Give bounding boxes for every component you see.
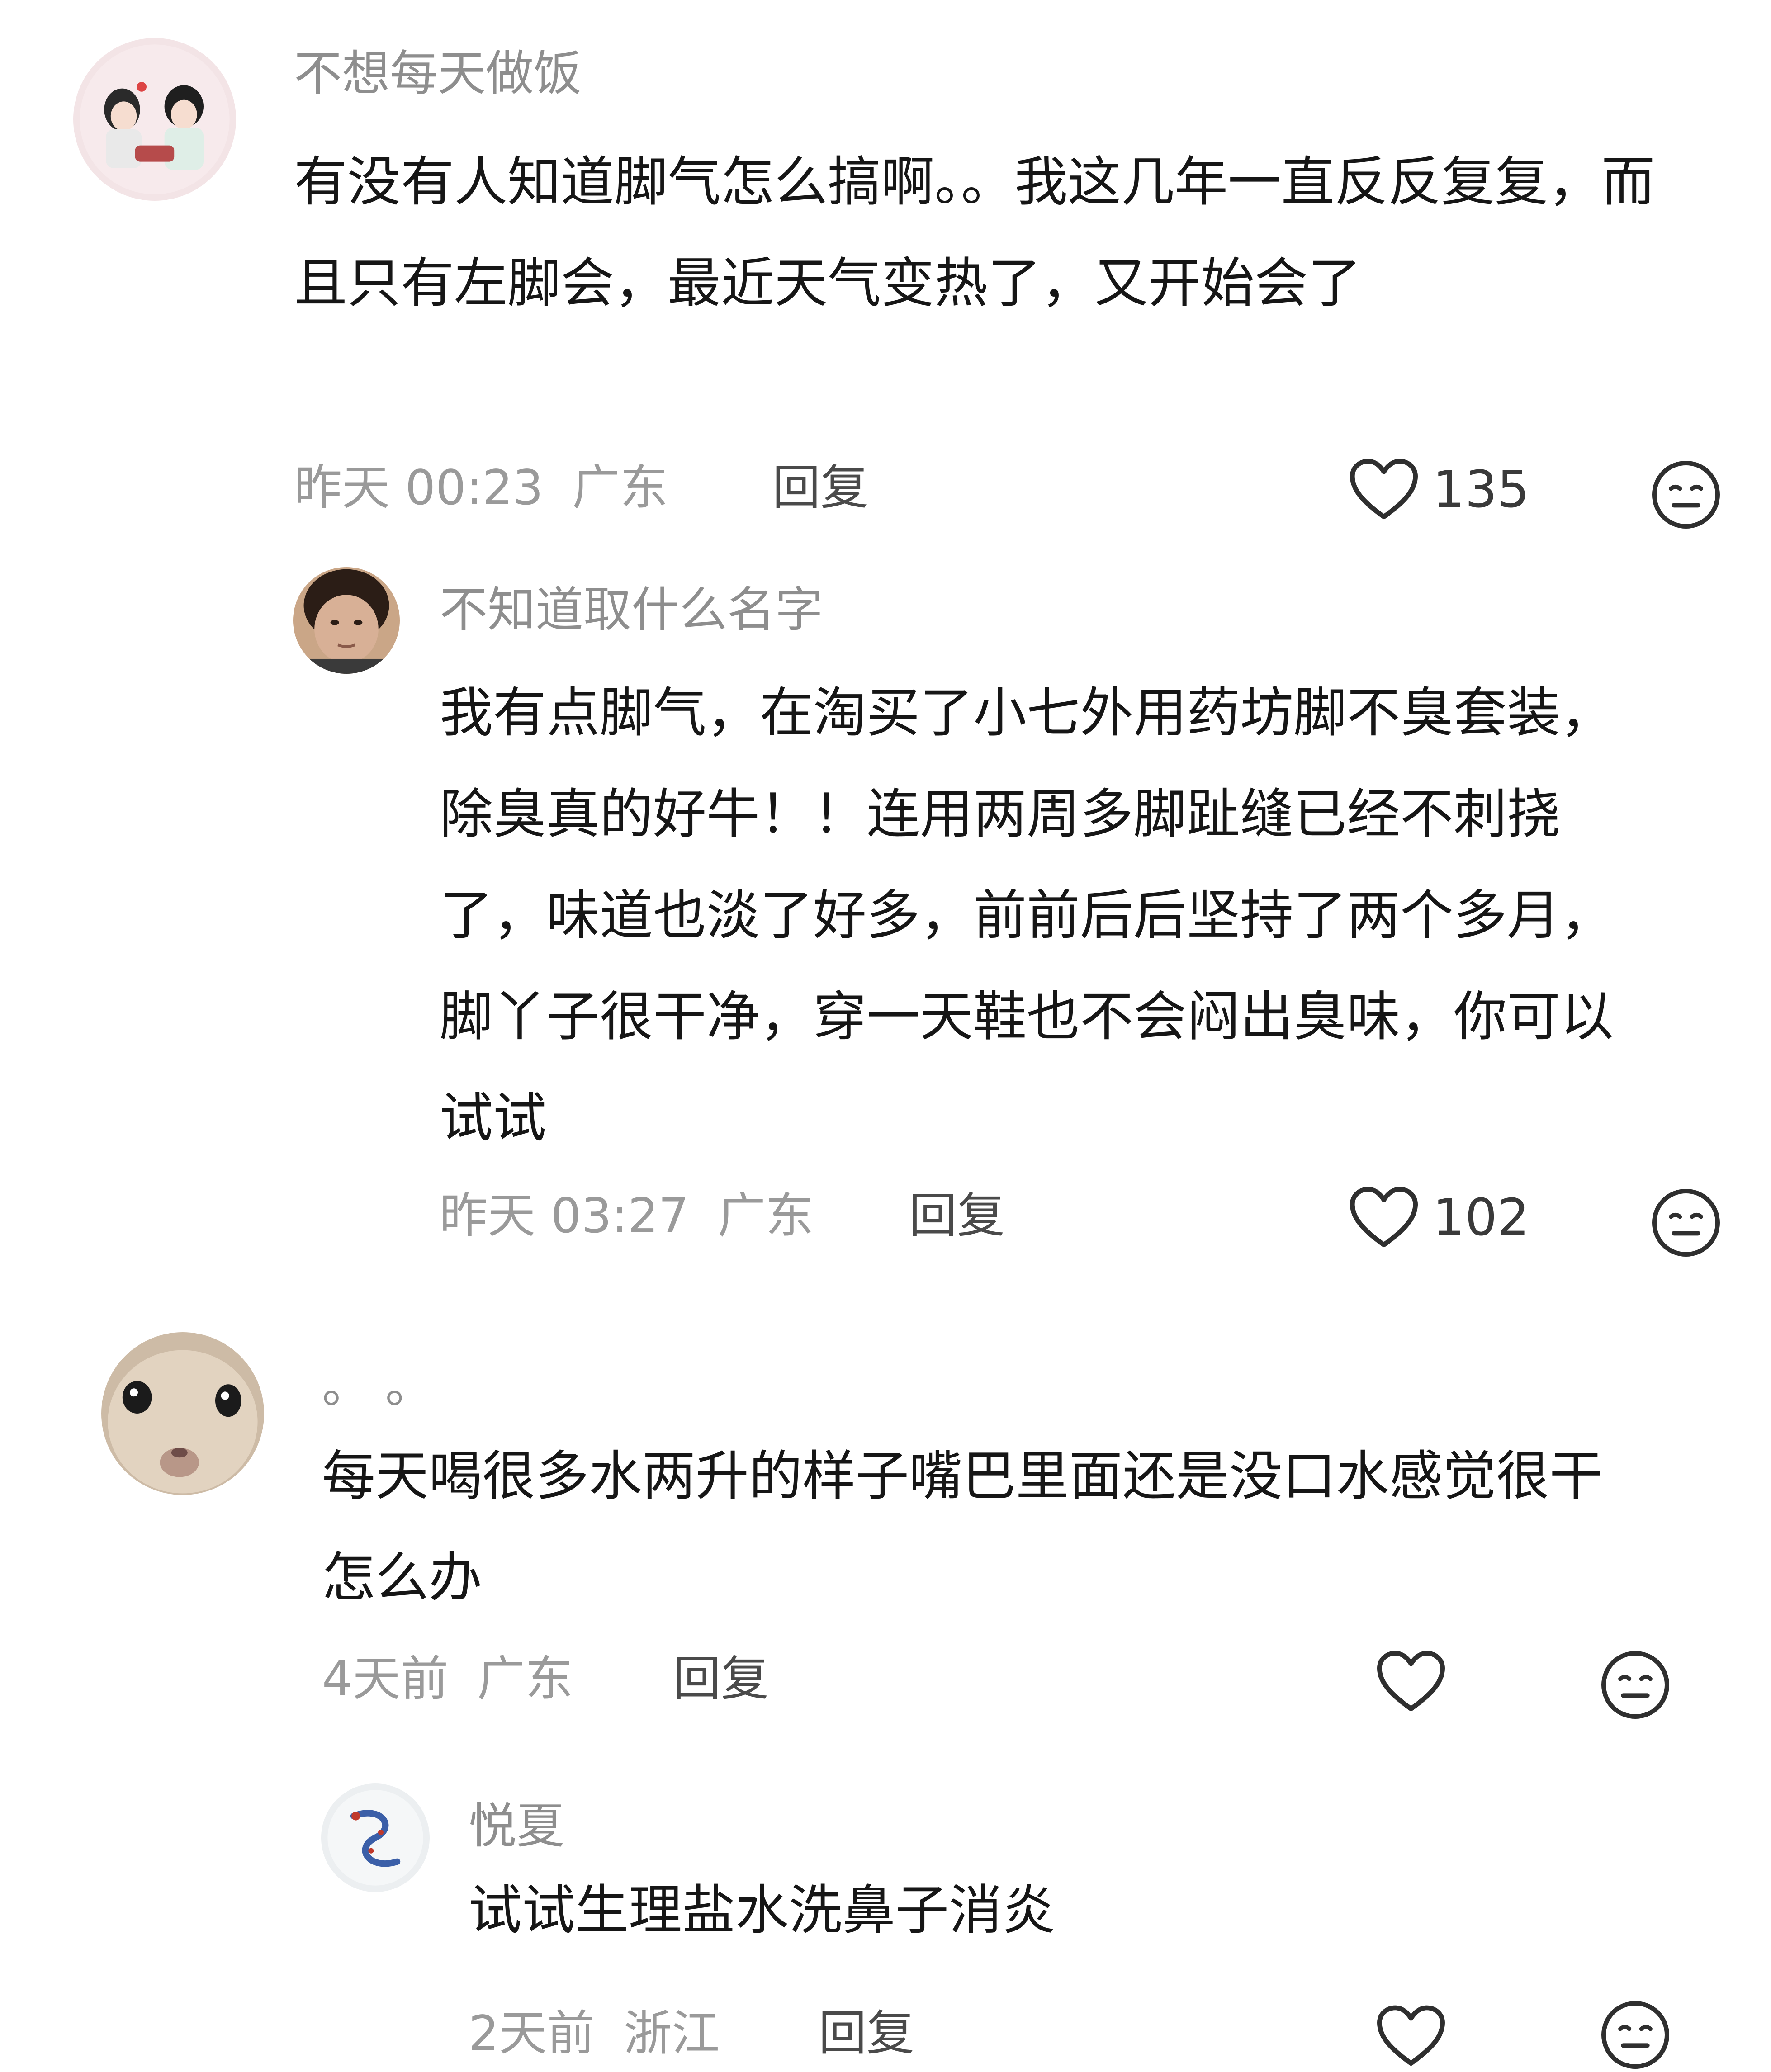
comment-location: 广东 (477, 1651, 573, 1707)
avatar-cat-icon (101, 1332, 264, 1495)
reaction-button[interactable] (1650, 1187, 1722, 1259)
avatar-photo-icon (293, 567, 400, 674)
reply-button[interactable]: 回复 (673, 1655, 769, 1703)
reply-timestamp: 昨天 03:27 广东 (440, 1192, 814, 1240)
reaction-button[interactable] (1599, 1999, 1672, 2071)
reply-button[interactable]: 回复 (772, 464, 868, 512)
reply-button[interactable]: 回复 (819, 2010, 914, 2058)
reaction-button[interactable] (1650, 459, 1722, 531)
heart-outline-icon (1377, 2005, 1445, 2066)
reply-timestamp: 2天前 浙江 (469, 2010, 720, 2058)
heart-outline-icon (1350, 1187, 1418, 1248)
comment-timestamp: 昨天 00:23 广东 (294, 464, 668, 512)
comment-text: 有没有人知道脚气怎么搞啊。。我这几年一直反反复复，而且只有左脚会，最近天气变热了… (294, 151, 1655, 314)
neutral-face-icon (1601, 1651, 1669, 1719)
comment-item: 。 。 每天喝很多水两升的样子嘴巴里面还是没口水感觉很干怎么办 4天前 广东 回… (0, 1311, 1771, 1764)
comment-item: 不想每天做饭 有没有人知道脚气怎么搞啊。。我这几年一直反反复复，而且只有左脚会，… (0, 0, 1771, 534)
avatar[interactable] (293, 567, 400, 674)
like-count: 135 (1433, 460, 1530, 519)
like-count: 102 (1433, 1188, 1530, 1247)
avatar[interactable] (101, 1332, 264, 1495)
neutral-face-icon (1652, 1189, 1720, 1257)
reply-text: 我有点脚气，在淘买了小七外用药坊脚不臭套装，除臭真的好牛！！连用两周多脚趾缝已经… (440, 681, 1614, 1149)
comment-text: 每天喝很多水两升的样子嘴巴里面还是没口水感觉很干怎么办 (322, 1445, 1603, 1608)
heart-outline-icon (1377, 1651, 1445, 1712)
reply-item: 不知道取什么名字 我有点脚气，在淘买了小七外用药坊脚不臭套装，除臭真的好牛！！连… (0, 534, 1771, 1257)
comment-time: 4天前 (322, 1651, 449, 1707)
neutral-face-icon (1652, 461, 1720, 529)
avatar-illustration-icon (73, 38, 236, 201)
avatar[interactable] (73, 38, 236, 201)
comment-username[interactable]: 。 。 (322, 1362, 433, 1410)
heart-outline-icon (1350, 459, 1418, 520)
neutral-face-icon (1601, 2001, 1669, 2069)
comment-timestamp: 4天前 广东 (322, 1655, 573, 1703)
reply-time: 昨天 03:27 (440, 1188, 689, 1244)
reply-location: 广东 (717, 1188, 814, 1244)
comment-location: 广东 (572, 460, 668, 516)
reply-location: 浙江 (624, 2006, 720, 2061)
reply-username[interactable]: 不知道取什么名字 (440, 586, 823, 634)
like-button[interactable]: 135 (1348, 457, 1530, 523)
comment-username[interactable]: 不想每天做饭 (294, 50, 582, 98)
reply-username[interactable]: 悦夏 (469, 1802, 564, 1850)
avatar-dragon-icon (321, 1783, 430, 1892)
avatar[interactable] (321, 1783, 430, 1892)
comment-time: 昨天 00:23 (294, 460, 544, 516)
reply-text: 试试生理盐水洗鼻子消炎 (469, 1879, 1056, 1941)
reaction-button[interactable] (1599, 1649, 1672, 1721)
reply-time: 2天前 (469, 2006, 595, 2061)
like-button[interactable]: 102 (1348, 1185, 1530, 1251)
like-button[interactable] (1375, 1649, 1460, 1715)
like-button[interactable] (1375, 2003, 1460, 2069)
reply-item: 悦夏 试试生理盐水洗鼻子消炎 2天前 浙江 回复 (0, 1764, 1771, 2072)
reply-button[interactable]: 回复 (909, 1192, 1005, 1240)
